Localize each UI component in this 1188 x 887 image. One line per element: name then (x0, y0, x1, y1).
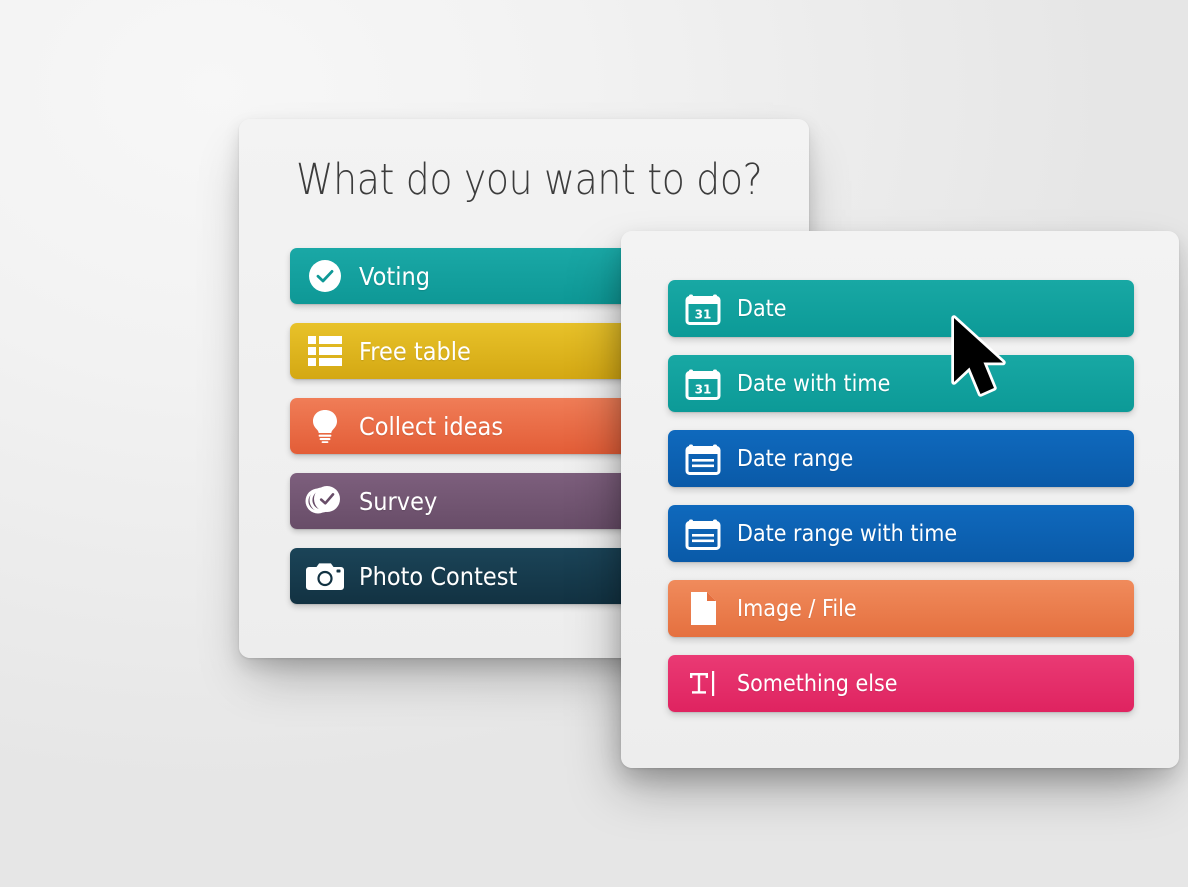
lightbulb-icon (307, 408, 343, 444)
activity-subtype-panel: 31 Date 31 Date with time Date range Dat… (621, 231, 1179, 768)
option-date-with-time[interactable]: 31 Date with time (668, 355, 1134, 412)
svg-text:31: 31 (695, 307, 712, 321)
stacked-check-circles-icon (305, 483, 343, 519)
option-label: Free table (359, 336, 471, 366)
check-circle-icon (307, 258, 343, 294)
calendar-31-icon: 31 (685, 367, 721, 401)
option-label: Voting (359, 261, 431, 291)
table-list-icon (307, 333, 343, 369)
option-label: Survey (359, 486, 438, 516)
option-label: Date with time (737, 370, 891, 397)
option-date-range[interactable]: Date range (668, 430, 1134, 487)
screen: What do you want to do? Voting Free tabl… (0, 0, 1188, 887)
option-label: Date range with time (737, 520, 958, 547)
option-label: Date (737, 295, 787, 322)
option-label: Something else (737, 670, 898, 697)
calendar-lines-icon (685, 517, 721, 551)
svg-text:31: 31 (695, 382, 712, 396)
option-label: Photo Contest (359, 561, 518, 591)
option-label: Image / File (737, 595, 857, 622)
option-image-file[interactable]: Image / File (668, 580, 1134, 637)
camera-icon (306, 558, 344, 594)
option-date-range-with-time[interactable]: Date range with time (668, 505, 1134, 562)
text-cursor-icon (686, 667, 720, 701)
option-date[interactable]: 31 Date (668, 280, 1134, 337)
option-something-else[interactable]: Something else (668, 655, 1134, 712)
option-label: Collect ideas (359, 411, 504, 441)
calendar-lines-icon (685, 442, 721, 476)
page-title: What do you want to do? (296, 155, 763, 205)
option-label: Date range (737, 445, 854, 472)
document-file-icon (686, 592, 720, 626)
calendar-31-icon: 31 (685, 292, 721, 326)
date-type-list: 31 Date 31 Date with time Date range Dat… (668, 280, 1134, 730)
